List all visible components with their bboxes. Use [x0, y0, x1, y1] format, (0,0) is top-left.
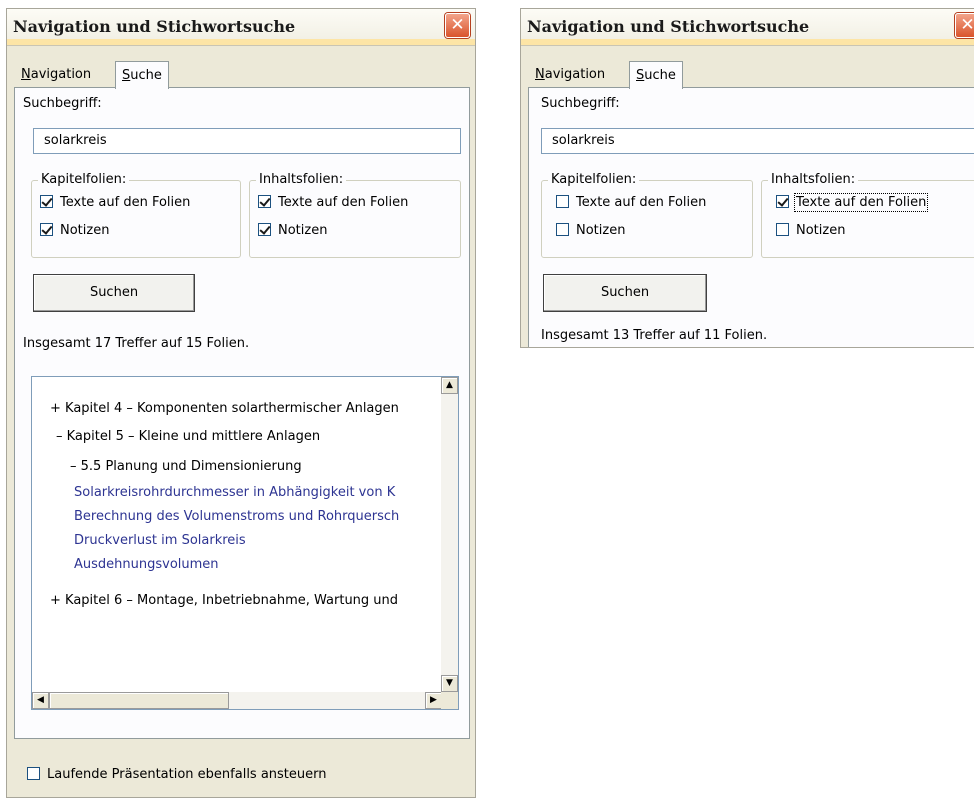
vertical-scrollbar[interactable]: ▲ ▼ [441, 377, 458, 692]
close-icon: ✕ [450, 15, 465, 35]
tree-result-item[interactable]: Berechnung des Volumenstroms und Rohrque… [74, 509, 399, 524]
chapter-text-checkbox[interactable]: Texte auf den Folien [40, 195, 190, 210]
search-input[interactable]: solarkreis [33, 128, 461, 154]
checkbox-checked[interactable] [776, 195, 789, 208]
checkbox-checked[interactable] [258, 223, 271, 236]
content-slides-group: Inhaltsfolien: Texte auf den Folien Noti… [761, 172, 974, 258]
tree-node-chapter-6[interactable]: + Kapitel 6 – Montage, Inbetriebnahme, W… [50, 593, 398, 608]
scroll-up-arrow-icon[interactable]: ▲ [441, 377, 458, 394]
tree-node-chapter-5[interactable]: – Kapitel 5 – Kleine und mittlere Anlage… [56, 429, 320, 444]
dialog-title: Navigation und Stichwortsuche [527, 17, 810, 36]
search-dialog-right: Navigation und Stichwortsuche ✕ Navigati… [520, 8, 974, 348]
search-tab-panel: Suchbegriff: solarkreis Kapitelfolien: T… [14, 87, 470, 739]
search-label: Suchbegriff: [541, 96, 620, 111]
content-slides-group: Inhaltsfolien: Texte auf den Folien Noti… [249, 172, 461, 258]
search-dialog-left: Navigation und Stichwortsuche ✕ Navigati… [6, 8, 476, 798]
chapter-slides-legend: Kapitelfolien: [38, 172, 130, 187]
result-summary: Insgesamt 17 Treffer auf 15 Folien. [23, 336, 250, 351]
tree-node-chapter-4[interactable]: + Kapitel 4 – Komponenten solarthermisch… [50, 401, 399, 416]
checkbox-unchecked[interactable] [27, 767, 40, 780]
title-accent-stripe [7, 39, 475, 45]
content-slides-legend: Inhaltsfolien: [256, 172, 347, 187]
search-button[interactable]: Suchen [543, 274, 707, 312]
content-notes-checkbox[interactable]: Notizen [258, 223, 327, 238]
tree-result-item[interactable]: Ausdehnungsvolumen [74, 557, 219, 572]
torn-edge [521, 344, 974, 348]
close-button[interactable]: ✕ [445, 13, 470, 38]
scroll-right-arrow-icon[interactable]: ▶ [425, 692, 442, 709]
tab-search[interactable]: Suche [115, 61, 169, 89]
chapter-notes-checkbox[interactable]: Notizen [556, 223, 625, 238]
horizontal-scrollbar[interactable]: ◀ ▶ [32, 692, 442, 709]
dialog-title: Navigation und Stichwortsuche [13, 17, 296, 36]
checkbox-checked[interactable] [258, 195, 271, 208]
tab-search[interactable]: Suche [629, 61, 683, 89]
checkbox-checked[interactable] [40, 223, 53, 236]
content-slides-legend: Inhaltsfolien: [768, 172, 859, 187]
horizontal-scroll-thumb[interactable] [49, 692, 229, 709]
search-input[interactable]: solarkreis [541, 128, 974, 154]
tree-node-section-5-5[interactable]: – 5.5 Planung und Dimensionierung [70, 459, 302, 474]
tab-navigation[interactable]: Navigation [529, 63, 611, 87]
chapter-slides-group: Kapitelfolien: Texte auf den Folien Noti… [541, 172, 753, 258]
title-bar: Navigation und Stichwortsuche ✕ [7, 9, 475, 46]
result-summary: Insgesamt 13 Treffer auf 11 Folien. [541, 328, 768, 343]
tree-result-item[interactable]: Solarkreisrohrdurchmesser in Abhängigkei… [74, 485, 395, 500]
search-label: Suchbegriff: [23, 96, 102, 111]
tab-navigation[interactable]: Navigation [15, 63, 97, 87]
title-accent-stripe [521, 39, 974, 45]
scroll-down-arrow-icon[interactable]: ▼ [441, 675, 458, 692]
checkbox-unchecked[interactable] [556, 195, 569, 208]
close-button[interactable]: ✕ [955, 13, 974, 38]
checkbox-checked[interactable] [40, 195, 53, 208]
search-tab-panel: Suchbegriff: solarkreis Kapitelfolien: T… [528, 87, 974, 347]
tree-result-item[interactable]: Druckverlust im Solarkreis [74, 533, 246, 548]
chapter-text-checkbox[interactable]: Texte auf den Folien [556, 195, 706, 210]
title-bar: Navigation und Stichwortsuche ✕ [521, 9, 974, 46]
content-notes-checkbox[interactable]: Notizen [776, 223, 845, 238]
search-button[interactable]: Suchen [33, 274, 195, 312]
checkbox-unchecked[interactable] [776, 223, 789, 236]
close-icon: ✕ [960, 15, 974, 35]
scrollbar-corner [441, 692, 458, 709]
scroll-left-arrow-icon[interactable]: ◀ [32, 692, 49, 709]
sync-presentation-checkbox[interactable]: Laufende Präsentation ebenfalls ansteuer… [27, 767, 327, 782]
results-tree[interactable]: + Kapitel 4 – Komponenten solarthermisch… [31, 376, 459, 710]
content-text-checkbox[interactable]: Texte auf den Folien [258, 195, 408, 210]
chapter-notes-checkbox[interactable]: Notizen [40, 223, 109, 238]
content-text-checkbox[interactable]: Texte auf den Folien [776, 193, 929, 212]
chapter-slides-group: Kapitelfolien: Texte auf den Folien Noti… [31, 172, 241, 258]
chapter-slides-legend: Kapitelfolien: [548, 172, 640, 187]
checkbox-unchecked[interactable] [556, 223, 569, 236]
